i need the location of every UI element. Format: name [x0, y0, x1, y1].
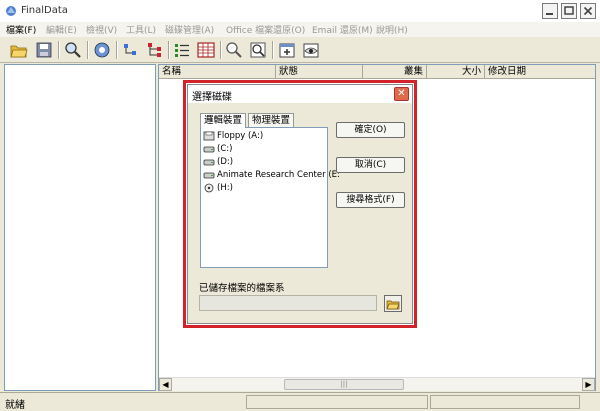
- list-view-icon[interactable]: [172, 40, 192, 60]
- list-item[interactable]: Animate Research Center (E:: [203, 169, 340, 181]
- menu-help[interactable]: 說明(H): [376, 23, 408, 36]
- search-format-button[interactable]: 搜尋格式(F): [336, 192, 405, 208]
- dialog-title: 選擇磁碟: [192, 92, 232, 103]
- zoom-icon[interactable]: [224, 40, 244, 60]
- toolbar-separator: [272, 41, 274, 59]
- scroll-right-arrow-icon[interactable]: ▶: [582, 378, 595, 391]
- tab-logical-devices[interactable]: 邏輯裝置: [200, 113, 247, 128]
- new-window-icon[interactable]: [277, 40, 297, 60]
- title-bar: FinalData: [0, 0, 600, 22]
- window-title: FinalData: [21, 5, 68, 16]
- status-panel: [430, 395, 580, 409]
- list-item[interactable]: (D:): [203, 156, 233, 168]
- expand-tree-icon[interactable]: [145, 40, 165, 60]
- menu-email-recovery[interactable]: Email 還原(M): [312, 23, 373, 36]
- device-label: (D:): [217, 157, 234, 167]
- toolbar-separator: [168, 41, 170, 59]
- column-modified-date[interactable]: 修改日期: [485, 65, 595, 78]
- maximize-button[interactable]: [561, 3, 577, 19]
- menu-office-recovery[interactable]: Office 檔案還原(O): [226, 23, 305, 36]
- list-item[interactable]: Floppy (A:): [203, 130, 263, 142]
- details-view-icon[interactable]: [196, 40, 216, 60]
- device-label: (C:): [217, 144, 233, 154]
- floppy-drive-icon: [203, 131, 215, 141]
- cancel-button[interactable]: 取消(C): [336, 157, 405, 173]
- list-item[interactable]: (C:): [203, 143, 232, 155]
- column-status[interactable]: 狀態: [276, 65, 363, 78]
- saved-file-system-label: 已儲存檔案的檔案系: [199, 283, 285, 294]
- device-label: Animate Research Center (E:: [217, 170, 340, 180]
- device-label: (H:): [217, 183, 233, 193]
- dialog-close-button[interactable]: ✕: [394, 87, 409, 101]
- device-label: Floppy (A:): [217, 131, 264, 141]
- app-icon: [4, 4, 18, 18]
- horizontal-scrollbar[interactable]: ◀ ||| ▶: [159, 377, 595, 391]
- toolbar-separator: [220, 41, 222, 59]
- select-disk-dialog: 選擇磁碟 ✕ 邏輯裝置 物理裝置 Floppy (A:) (C:) (D:) A…: [187, 84, 413, 324]
- hard-drive-icon: [203, 146, 215, 153]
- open-folder-icon[interactable]: [9, 40, 29, 60]
- toolbar-separator: [58, 41, 60, 59]
- saved-file-system-field[interactable]: [199, 295, 377, 311]
- column-size[interactable]: 大小: [427, 65, 485, 78]
- hard-drive-icon: [203, 159, 215, 166]
- column-name[interactable]: 名稱: [159, 65, 276, 78]
- menu-disk-management[interactable]: 磁碟管理(A): [165, 23, 214, 36]
- open-folder-icon: [386, 300, 400, 309]
- tab-physical-devices[interactable]: 物理裝置: [248, 113, 295, 127]
- ok-button[interactable]: 確定(O): [336, 122, 405, 138]
- dialog-title-bar: 選擇磁碟 ✕: [188, 85, 412, 103]
- list-item[interactable]: (H:): [203, 182, 233, 194]
- toolbar-separator: [87, 41, 89, 59]
- menu-view[interactable]: 檢視(V): [86, 23, 117, 36]
- eye-view-icon[interactable]: [301, 40, 321, 60]
- minimize-button[interactable]: [542, 3, 558, 19]
- status-bar: 就緒: [0, 392, 600, 411]
- scroll-left-arrow-icon[interactable]: ◀: [159, 378, 172, 391]
- status-text: 就緒: [5, 400, 25, 411]
- preview-icon[interactable]: [248, 40, 268, 60]
- status-panel: [246, 395, 428, 409]
- search-icon[interactable]: [63, 40, 83, 60]
- toolbar: [0, 37, 600, 63]
- tree-view-icon[interactable]: [121, 40, 141, 60]
- hard-drive-icon: [203, 172, 215, 179]
- menu-bar: 檔案(F) 編輯(E) 檢視(V) 工具(L) 磁碟管理(A) Office 檔…: [0, 22, 600, 37]
- list-header: 名稱 狀態 叢集 大小 修改日期: [159, 65, 595, 79]
- folder-tree-pane[interactable]: [4, 64, 156, 391]
- scrollbar-thumb[interactable]: |||: [284, 379, 404, 390]
- menu-tools[interactable]: 工具(L): [126, 23, 156, 36]
- device-list[interactable]: Floppy (A:) (C:) (D:) Animate Research C…: [200, 127, 340, 268]
- settings-gear-icon[interactable]: [92, 40, 112, 60]
- browse-folder-button[interactable]: [384, 295, 402, 312]
- menu-file[interactable]: 檔案(F): [6, 23, 36, 36]
- close-button[interactable]: [580, 3, 596, 19]
- cd-drive-icon: [204, 183, 214, 193]
- toolbar-separator: [116, 41, 118, 59]
- menu-edit[interactable]: 編輯(E): [46, 23, 77, 36]
- column-cluster[interactable]: 叢集: [363, 65, 427, 78]
- save-disk-icon[interactable]: [34, 40, 54, 60]
